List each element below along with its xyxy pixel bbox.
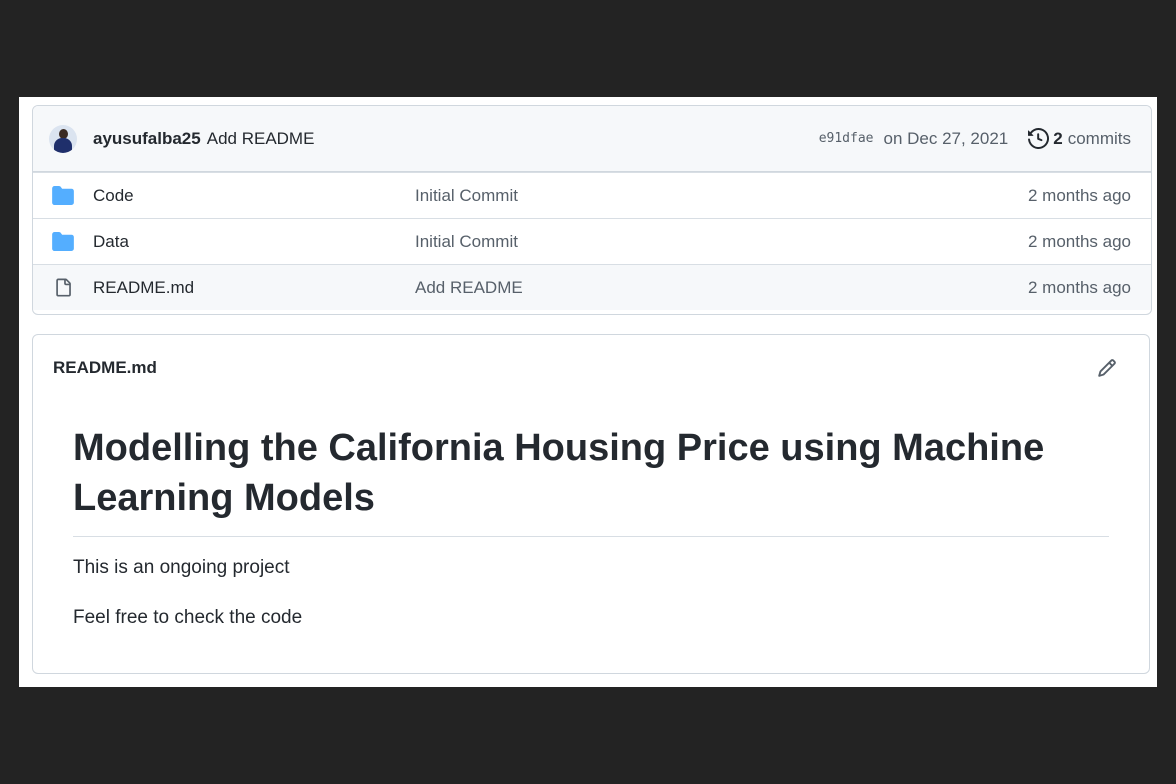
readme-filename: README.md [53, 358, 157, 377]
avatar[interactable] [49, 124, 77, 153]
commit-sha-link[interactable]: e91dfae [819, 131, 874, 146]
file-name-link[interactable]: Code [93, 186, 415, 206]
commit-count: 2 [1053, 128, 1063, 148]
repository-page: ayusufalba25 Add README e91dfae on Dec 2… [19, 97, 1157, 687]
commit-author-link[interactable]: ayusufalba25 [93, 129, 201, 149]
file-age: 2 months ago [1027, 231, 1131, 251]
file-browser: ayusufalba25 Add README e91dfae on Dec 2… [32, 105, 1152, 315]
commit-message-link[interactable]: Add README [207, 129, 315, 149]
file-commit-message-link[interactable]: Initial Commit [415, 232, 1028, 252]
readme-heading: Modelling the California Housing Price u… [73, 423, 1109, 537]
commit-count-label: commits [1067, 128, 1131, 148]
file-commit-message-link[interactable]: Initial Commit [415, 186, 1028, 206]
readme-panel: README.md Modelling the California Housi… [32, 334, 1150, 674]
edit-button[interactable] [1097, 358, 1119, 380]
file-row-code[interactable]: Code Initial Commit 2 months ago [33, 172, 1151, 218]
file-row-readme[interactable]: README.md Add README 2 months ago [33, 264, 1151, 310]
file-row-data[interactable]: Data Initial Commit 2 months ago [33, 218, 1151, 264]
file-commit-message-link[interactable]: Add README [415, 278, 1028, 298]
file-age: 2 months ago [1027, 277, 1131, 297]
file-icon [51, 278, 75, 298]
pencil-icon [1098, 359, 1116, 377]
folder-icon [51, 186, 75, 206]
latest-commit-bar: ayusufalba25 Add README e91dfae on Dec 2… [33, 106, 1151, 172]
history-icon [1028, 128, 1050, 149]
file-age: 2 months ago [1027, 185, 1131, 205]
file-name-link[interactable]: Data [93, 232, 415, 252]
folder-icon [51, 232, 75, 252]
commit-date: on Dec 27, 2021 [883, 128, 1009, 148]
readme-paragraph: Feel free to check the code [73, 607, 303, 628]
readme-paragraph: This is an ongoing project [73, 557, 290, 578]
file-name-link[interactable]: README.md [93, 278, 415, 298]
commits-history-link[interactable]: 2 commits [1028, 128, 1131, 149]
